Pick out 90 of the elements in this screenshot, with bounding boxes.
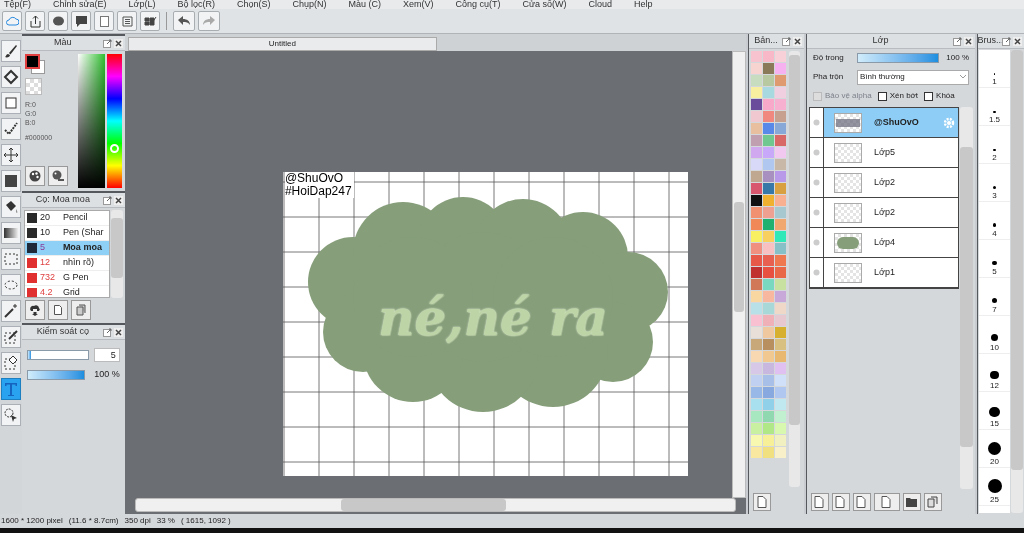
layer-name: Lớp1 (873, 265, 896, 279)
layer-row[interactable]: @ShuOvO (809, 108, 958, 138)
opacity-value: 100 % (945, 52, 969, 64)
drawing-canvas[interactable]: @ShuOvO #HoiDap247 né,né ra (282, 172, 688, 476)
panel-title: Brus... (977, 34, 1004, 48)
brush-size-item[interactable]: 12 (979, 354, 1010, 392)
size-label: 3 (992, 191, 997, 200)
status-text: 350 dpi (124, 515, 151, 527)
artwork-text: né,né ra (377, 290, 608, 346)
brush-size-item[interactable]: 3 (979, 164, 1010, 202)
brush-size: 10 (39, 226, 51, 240)
menu-item[interactable]: Chỉnh sửa(E) (53, 0, 107, 9)
brush-item[interactable]: 20 Pencil (24, 211, 109, 226)
status-text: 1600 * 1200 pixel (1, 515, 63, 527)
brush-size: 732 (39, 271, 56, 285)
panel-title: Bản... (754, 34, 778, 48)
size-label: 5 (992, 267, 997, 276)
layer-name: Lớp2 (873, 205, 896, 219)
size-label: 7 (992, 305, 997, 314)
menu-item[interactable]: Chụp(N) (292, 0, 327, 9)
blend-mode-dropdown[interactable]: Bình thường (856, 69, 969, 85)
menu-item[interactable]: Bộ lọc(R) (177, 0, 215, 9)
brush-name: Pen (Shar (62, 226, 104, 240)
size-label: 10 (990, 343, 999, 352)
menu-item[interactable]: Cửa sổ(W) (522, 0, 567, 9)
blend-label: Pha trộn (812, 71, 845, 83)
brush-size-item[interactable]: 1 (979, 50, 1010, 88)
layer-row[interactable]: Lớp4 (809, 228, 958, 258)
menu-item[interactable]: Xem(V) (403, 0, 434, 9)
size-label: 15 (990, 419, 999, 428)
opacity-label: Độ trong (812, 52, 845, 64)
menu-item[interactable]: Cloud (588, 0, 613, 9)
size-label: 25 (990, 495, 999, 504)
panel-title: Cọ: Moa moa (35, 193, 90, 207)
brush-item[interactable]: 10 Pen (Shar (24, 226, 109, 241)
brush-item[interactable]: 12 nhìn rõ) (24, 256, 109, 271)
layer-name: Lớp4 (873, 235, 896, 249)
brush-name: Pencil (62, 211, 88, 225)
brush-size-item[interactable]: 7 (979, 278, 1010, 316)
menu-item[interactable]: Lớp(L) (128, 0, 156, 9)
status-text: 33 % (156, 515, 175, 527)
brush-size-item[interactable]: 20 (979, 430, 1010, 468)
brush-size-item[interactable]: 15 (979, 392, 1010, 430)
signature-text: @ShuOvO (284, 172, 345, 185)
panel-title: Lớp (872, 34, 889, 48)
size-label: 1.5 (988, 115, 1001, 124)
panel-title: Màu (54, 36, 72, 50)
layer-option-checkbox[interactable]: Khóa (924, 90, 955, 102)
brush-size: 5 (39, 241, 46, 255)
size-label: 4 (992, 229, 997, 238)
status-text: (11.6 * 8.7cm) (68, 515, 119, 527)
brush-size: 12 (39, 256, 51, 270)
size-input[interactable]: 5 (93, 348, 120, 362)
layer-name: @ShuOvO (873, 115, 920, 129)
size-label: 12 (990, 381, 999, 390)
brush-size-item[interactable]: 2 (979, 126, 1010, 164)
brush-name: nhìn rõ) (62, 256, 94, 270)
brush-size: 4.2 (39, 286, 54, 297)
opacity-value: 100 % (93, 368, 120, 381)
signature-text: #HoiDap247 (284, 185, 352, 198)
brush-size-item[interactable]: 10 (979, 316, 1010, 354)
brush-size-item[interactable]: 25 (979, 468, 1010, 506)
dropdown-value: Bình thường (859, 71, 905, 83)
document-tab[interactable]: Untitled (127, 37, 437, 51)
layer-row[interactable]: Lớp2 (809, 168, 958, 198)
brush-size-item[interactable]: 1.5 (979, 88, 1010, 126)
layer-row[interactable]: Lớp5 (809, 138, 958, 168)
brush-name: Moa moa (62, 241, 102, 255)
layer-row[interactable]: Lớp1 (809, 258, 958, 288)
layer-name: Lớp2 (873, 175, 896, 189)
layer-row[interactable]: Lớp2 (809, 198, 958, 228)
brush-name: Grid (62, 286, 80, 297)
brush-size-item[interactable]: 5 (979, 240, 1010, 278)
brush-name: G Pen (62, 271, 89, 285)
menu-item[interactable]: Help (634, 0, 653, 9)
menu-item[interactable]: Tệp(F) (4, 0, 31, 9)
size-label: 1 (992, 77, 997, 86)
brush-item[interactable]: 5 Moa moa (24, 241, 109, 256)
layer-option-checkbox[interactable]: Xén bớt (877, 90, 919, 102)
layer-name: Lớp5 (873, 145, 896, 159)
status-text: ( 1615, 1092 ) (180, 515, 231, 527)
menu-item[interactable]: Công cụ(T) (455, 0, 501, 9)
menu-item[interactable]: Màu (C) (348, 0, 382, 9)
brush-size-item[interactable]: 4 (979, 202, 1010, 240)
size-label: 2 (992, 153, 997, 162)
brush-item[interactable]: 732 G Pen (24, 271, 109, 286)
menu-item[interactable]: Chọn(S) (237, 0, 271, 9)
panel-title: Kiểm soát cọ (36, 325, 89, 339)
brush-size: 20 (39, 211, 51, 225)
size-label: 20 (990, 457, 999, 466)
